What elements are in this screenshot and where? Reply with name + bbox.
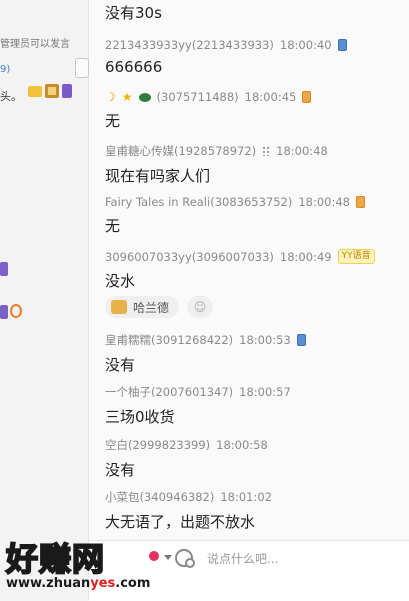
message-text: 没有30s (105, 4, 162, 22)
crown-icon (28, 85, 42, 97)
chat-message: ☽ ★ (3075711488) 18:00:45 无 (105, 90, 405, 131)
chat-message: 没有30s (105, 2, 405, 23)
chat-message: 皇甫糯糯(3091268422) 18:00:53 没有 (105, 332, 405, 375)
message-meta: Fairy Tales in Reali(3083653752) 18:00:4… (105, 195, 405, 209)
message-text: 现在有吗家人们 (105, 167, 211, 185)
reaction-row: 哈兰德 ☺ (105, 296, 214, 318)
message-meta: 一个柚子(2007601347) 18:00:57 (105, 384, 405, 400)
phone-icon (337, 39, 347, 51)
message-meta: 皇甫糯糯(3091268422) 18:00:53 (105, 332, 405, 348)
chat-app: 管理员可以发言 9) 头。 没有30s 2213433933yy(2213433… (0, 0, 409, 601)
left-sidebar: 管理员可以发言 9) 头。 (0, 0, 89, 600)
sender-name[interactable]: 皇甫糯糯(3091268422) (105, 332, 233, 348)
message-time: 18:00:48 (276, 144, 328, 158)
add-reaction-button[interactable]: ☺ (187, 296, 214, 318)
message-meta: 小菜包(340946382) 18:01:02 (105, 489, 405, 505)
message-input[interactable] (205, 547, 399, 571)
chat-message: 空白(2999823399) 18:00:58 没有 (105, 437, 405, 480)
message-text: 无 (105, 217, 121, 235)
sender-name[interactable]: (3075711488) (157, 90, 239, 104)
chat-message: 一个柚子(2007601347) 18:00:57 三场0收货 (105, 384, 405, 427)
message-text: 666666 (105, 58, 163, 76)
message-meta: 皇甫糖心传媒(1928578972) 18:00:48 (105, 143, 405, 159)
sidebar-count: 9) (0, 64, 11, 75)
chat-message: Fairy Tales in Reali(3083653752) 18:00:4… (105, 195, 405, 236)
message-meta: 空白(2999823399) 18:00:58 (105, 437, 405, 453)
message-time: 18:00:40 (279, 38, 332, 52)
purple-badge-icon (0, 262, 8, 276)
sender-name[interactable]: 小菜包(340946382) (105, 489, 214, 505)
moon-emoji-icon: ☽ (105, 90, 116, 104)
chat-message: 2213433933yy(2213433933) 18:00:40 666666 (105, 38, 405, 76)
watermark-logo: 好赚网 www.zhuanyes.com (0, 530, 160, 600)
message-meta: 2213433933yy(2213433933) 18:00:40 (105, 38, 405, 52)
reaction-label: 哈兰德 (133, 300, 170, 315)
sidebar-head-text: 头。 (0, 90, 22, 103)
orange-badge-icon (10, 304, 22, 318)
sender-name[interactable]: 皇甫糖心传媒(1928578972) (105, 143, 256, 159)
message-meta: 3096007033yy(3096007033) 18:00:49 YY语音 (105, 249, 405, 264)
drag-grip-icon (262, 146, 271, 156)
watermark-url-prefix: www.zhuan (6, 576, 91, 591)
message-text: 没有 (105, 356, 136, 374)
message-time: 18:00:49 (279, 249, 332, 264)
message-time: 18:00:53 (239, 333, 291, 347)
sender-name[interactable]: 空白(2999823399) (105, 437, 210, 453)
phone-icon (296, 334, 306, 346)
sidebar-scroll-box[interactable] (75, 58, 89, 78)
watermark-url-highlight: yes (90, 576, 116, 591)
watermark-url: www.zhuanyes.com (6, 576, 150, 591)
level-badge-icon (45, 84, 59, 98)
phone-icon (356, 196, 365, 208)
message-text: 无 (105, 112, 121, 130)
star-emoji-icon: ★ (121, 90, 133, 104)
message-time: 18:01:02 (220, 490, 272, 504)
phone-icon (302, 91, 312, 103)
message-text: 三场0收货 (105, 408, 175, 426)
chat-message-list[interactable]: 没有30s 2213433933yy(2213433933) 18:00:40 … (89, 0, 409, 540)
message-time: 18:00:45 (244, 90, 297, 104)
purple-badge-icon (62, 84, 72, 98)
message-text: 大无语了，出题不放水 (105, 513, 256, 531)
chevron-down-icon[interactable] (164, 555, 172, 560)
watermark-title: 好赚网 (5, 539, 106, 579)
turtle-emoji-icon (138, 92, 151, 102)
purple-badge-icon (0, 305, 8, 319)
message-time: 18:00:48 (298, 195, 350, 209)
sender-name[interactable]: 2213433933yy(2213433933) (105, 38, 274, 52)
watermark-url-suffix: .com (115, 576, 151, 591)
message-time: 18:00:58 (216, 438, 268, 452)
message-text: 没水 (105, 272, 136, 290)
sender-name[interactable]: 3096007033yy(3096007033) (105, 250, 274, 264)
sidebar-notice-text: 管理员可以发言 (0, 39, 70, 50)
reaction-emoji-icon (111, 300, 127, 314)
chat-message: 3096007033yy(3096007033) 18:00:49 YY语音 没… (105, 249, 405, 291)
chat-message: 小菜包(340946382) 18:01:02 大无语了，出题不放水 (105, 489, 405, 532)
emoji-icon[interactable] (175, 549, 195, 568)
sender-name[interactable]: 一个柚子(2007601347) (105, 384, 233, 400)
sender-name[interactable]: Fairy Tales in Reali(3083653752) (105, 195, 292, 209)
yy-voice-badge: YY语音 (337, 249, 375, 264)
sidebar-badges (28, 84, 72, 98)
reaction-chip[interactable]: 哈兰德 (105, 296, 180, 318)
message-text: 没有 (105, 461, 136, 479)
smile-plus-icon: ☺ (193, 300, 207, 314)
message-meta: ☽ ★ (3075711488) 18:00:45 (105, 90, 405, 104)
chat-message: 皇甫糖心传媒(1928578972) 18:00:48 现在有吗家人们 (105, 143, 405, 186)
message-time: 18:00:57 (239, 385, 291, 399)
